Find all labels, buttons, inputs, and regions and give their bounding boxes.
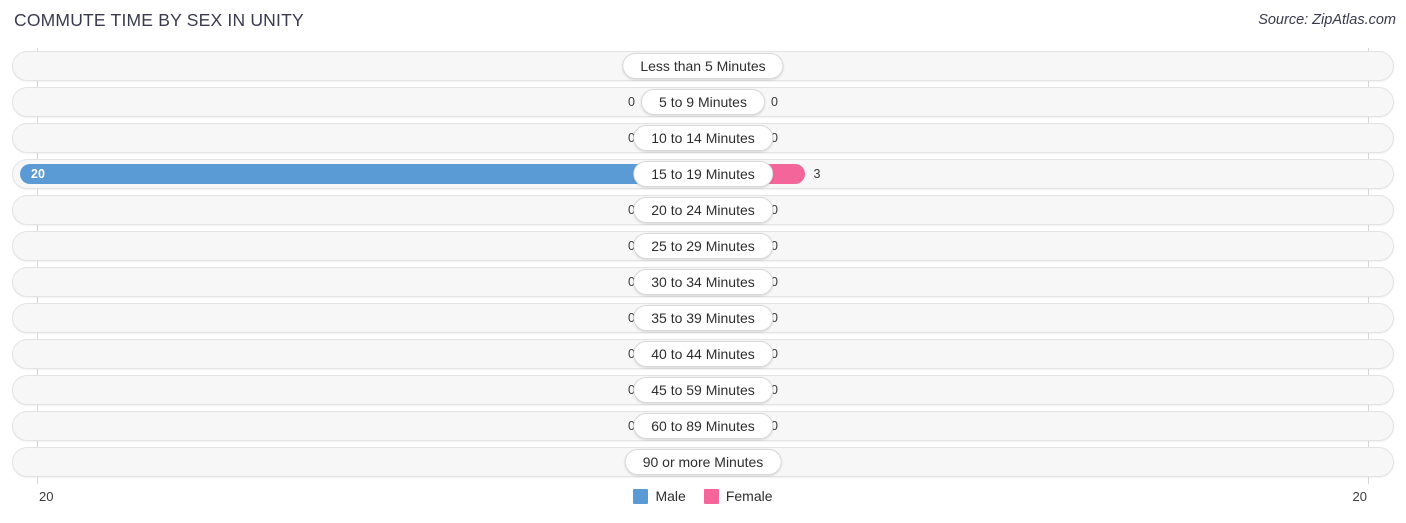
bar-male xyxy=(20,164,703,184)
category-label: 25 to 29 Minutes xyxy=(633,233,773,259)
value-label-male: 0 xyxy=(628,95,635,109)
bar-row[interactable]: 0 0 30 to 34 Minutes xyxy=(0,264,1406,300)
category-label: 45 to 59 Minutes xyxy=(633,377,773,403)
category-label: Less than 5 Minutes xyxy=(622,53,784,79)
category-label: 15 to 19 Minutes xyxy=(633,161,773,187)
value-label-female: 0 xyxy=(771,95,778,109)
bar-rows-container: 00Less than 5 Minutes 0 0 5 to 9 Minutes 001… xyxy=(0,48,1406,480)
category-label: 5 to 9 Minutes xyxy=(641,89,765,115)
bar-row[interactable]: 0 0 35 to 39 Minutes xyxy=(0,300,1406,336)
legend-swatch-female-icon xyxy=(703,488,719,504)
value-label-male: 20 xyxy=(31,167,45,181)
bar-row[interactable]: 0 0 45 to 59 Minutes xyxy=(0,372,1406,408)
legend-item-female[interactable]: Female xyxy=(703,488,773,504)
category-label: 20 to 24 Minutes xyxy=(633,197,773,223)
value-label-female: 3 xyxy=(813,167,821,181)
bar-row[interactable]: 0 0 20 to 24 Minutes xyxy=(0,192,1406,228)
category-label: 30 to 34 Minutes xyxy=(633,269,773,295)
legend-label-male: Male xyxy=(655,488,686,504)
bar-row[interactable]: 0090 or more Minutes xyxy=(0,444,1406,480)
chart-plot-area: 00Less than 5 Minutes 0 0 5 to 9 Minutes 001… xyxy=(0,48,1406,484)
category-label: 10 to 14 Minutes xyxy=(633,125,773,151)
chart-footer: 20 20 Male Female xyxy=(0,484,1406,523)
bar-row[interactable]: 0 0 25 to 29 Minutes xyxy=(0,228,1406,264)
bar-row[interactable]: 00Less than 5 Minutes xyxy=(0,48,1406,84)
source-attribution: Source: ZipAtlas.com xyxy=(1258,12,1396,28)
bar-row[interactable]: 20 3 15 to 19 Minutes xyxy=(0,156,1406,192)
category-label: 60 to 89 Minutes xyxy=(633,413,773,439)
category-label: 90 or more Minutes xyxy=(624,449,782,475)
legend-label-female: Female xyxy=(725,488,773,504)
category-label: 35 to 39 Minutes xyxy=(633,305,773,331)
legend-swatch-male-icon xyxy=(633,488,649,504)
bar-row[interactable]: 0 0 40 to 44 Minutes xyxy=(0,336,1406,372)
page-title: COMMUTE TIME BY SEX IN UNITY xyxy=(14,10,304,30)
bar-row[interactable]: 0 0 60 to 89 Minutes xyxy=(0,408,1406,444)
bar-row[interactable]: 0 0 5 to 9 Minutes xyxy=(0,84,1406,120)
category-label: 40 to 44 Minutes xyxy=(633,341,773,367)
chart-header: COMMUTE TIME BY SEX IN UNITY Source: Zip… xyxy=(0,0,1406,44)
chart-legend: Male Female xyxy=(0,488,1406,504)
legend-item-male[interactable]: Male xyxy=(633,488,686,504)
bar-row[interactable]: 0 0 10 to 14 Minutes xyxy=(0,120,1406,156)
